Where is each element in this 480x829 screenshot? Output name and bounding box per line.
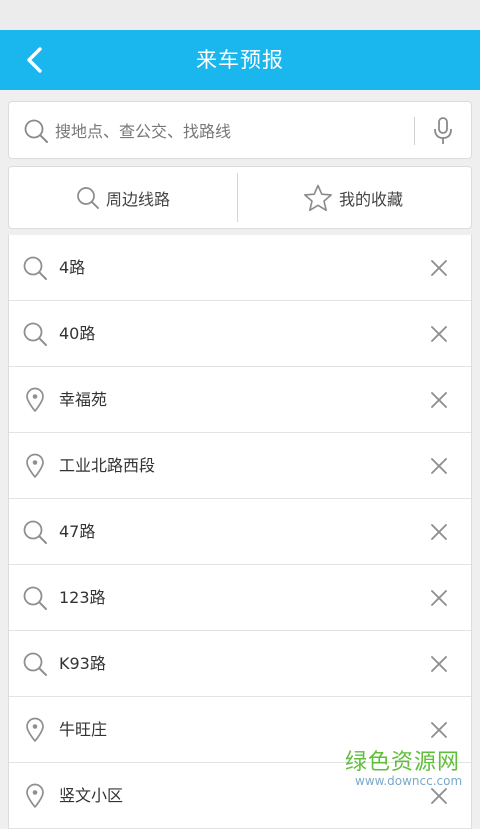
delete-history-button[interactable]	[427, 388, 451, 412]
tab-divider	[237, 173, 238, 222]
close-icon	[427, 458, 451, 482]
history-item-label: K93路	[59, 654, 106, 673]
history-item-label: 牛旺庄	[59, 720, 108, 739]
close-icon	[427, 260, 451, 284]
history-item-label: 幸福苑	[59, 390, 108, 409]
delete-history-button[interactable]	[427, 322, 451, 346]
history-item-label: 工业北路西段	[59, 456, 156, 475]
delete-history-button[interactable]	[427, 718, 451, 742]
watermark-url: www.downcc.com	[355, 774, 463, 788]
close-icon	[427, 524, 451, 548]
tab-label: 周边线路	[105, 189, 170, 209]
history-item[interactable]: 幸福苑	[9, 367, 471, 433]
title-bar: 来车预报	[0, 30, 480, 90]
voice-search-button[interactable]	[423, 116, 463, 146]
delete-history-button[interactable]	[427, 256, 451, 280]
search-icon	[77, 186, 99, 209]
location-pin-icon	[22, 387, 48, 413]
history-item[interactable]: K93路	[9, 631, 471, 697]
history-item-label: 47路	[59, 522, 96, 541]
microphone-icon	[434, 117, 452, 144]
watermark: 绿色资源网	[345, 750, 461, 775]
close-icon	[427, 326, 451, 350]
history-item-label: 4路	[59, 258, 86, 277]
delete-history-button[interactable]	[427, 454, 451, 478]
tab-nearby-lines[interactable]: 周边线路	[9, 167, 237, 228]
close-icon	[427, 590, 451, 614]
history-item[interactable]: 工业北路西段	[9, 433, 471, 499]
quick-tabs: 周边线路 我的收藏	[8, 166, 472, 229]
history-item[interactable]: 40路	[9, 301, 471, 367]
tab-favorites[interactable]: 我的收藏	[239, 167, 467, 228]
status-bar	[0, 0, 480, 30]
page-title: 来车预报	[196, 48, 284, 72]
delete-history-button[interactable]	[427, 520, 451, 544]
close-icon	[427, 392, 451, 416]
close-icon	[427, 788, 451, 812]
history-item[interactable]: 123路	[9, 565, 471, 631]
search-icon	[22, 519, 48, 545]
history-item[interactable]: 47路	[9, 499, 471, 565]
close-icon	[427, 656, 451, 680]
location-pin-icon	[22, 453, 48, 479]
tab-label: 我的收藏	[338, 189, 403, 209]
location-pin-icon	[22, 717, 48, 743]
location-pin-icon	[22, 783, 48, 809]
search-icon	[24, 119, 48, 143]
search-icon	[22, 255, 48, 281]
search-input[interactable]	[53, 108, 417, 154]
search-icon	[22, 585, 48, 611]
delete-history-button[interactable]	[427, 652, 451, 676]
history-item-label: 123路	[59, 588, 106, 607]
star-icon	[303, 184, 332, 211]
search-icon	[22, 651, 48, 677]
search-history-list: 4路 40路幸福苑工业北路西段 47路 123路 K93路牛旺庄竖文小区	[8, 235, 472, 829]
delete-history-button[interactable]	[427, 586, 451, 610]
history-item-label: 竖文小区	[59, 786, 124, 805]
search-bar	[8, 101, 472, 159]
search-divider	[414, 117, 415, 145]
history-item[interactable]: 4路	[9, 235, 471, 301]
history-item-label: 40路	[59, 324, 96, 343]
search-icon	[22, 321, 48, 347]
